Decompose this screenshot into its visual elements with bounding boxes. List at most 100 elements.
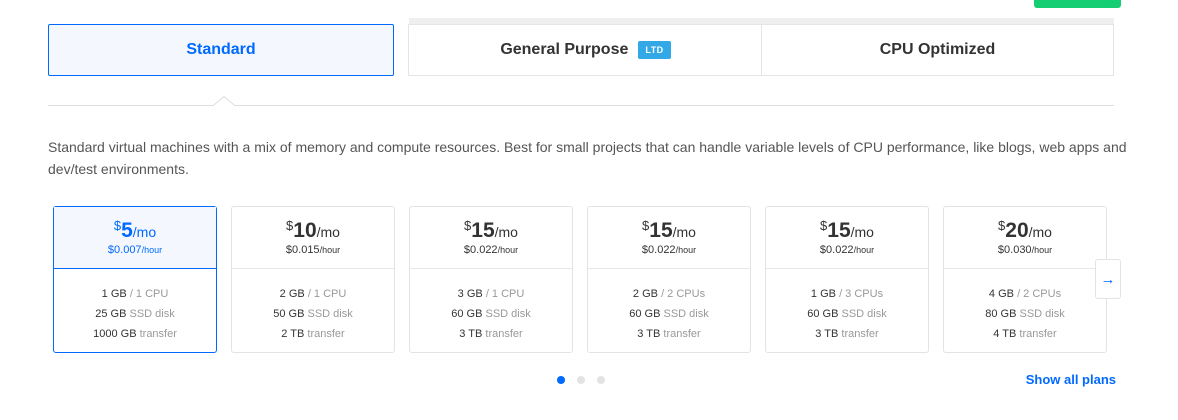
price-period: /mo: [132, 224, 157, 240]
plan-specs: 1 GB / 1 CPU 25 GB SSD disk 1000 GB transf…: [54, 269, 216, 344]
spec-transfer-size: 4 TB: [993, 328, 1017, 340]
spec-memory-cpu: 1 GB / 3 CPUs: [766, 284, 928, 304]
spec-cpu: / 1 CPU: [485, 288, 525, 300]
create-button-partial[interactable]: [1034, 0, 1121, 8]
plan-price-section: $15/mo $0.022/hour: [766, 207, 928, 269]
spec-memory-cpu: 3 GB / 1 CPU: [410, 284, 572, 304]
spec-cpu: / 2 CPUs: [661, 288, 706, 300]
spec-memory-cpu: 2 GB / 1 CPU: [232, 284, 394, 304]
spec-transfer-label: transfer: [841, 328, 879, 340]
plan-card[interactable]: $15/mo $0.022/hour 2 GB / 2 CPUs 60 GB SSD …: [587, 206, 751, 353]
spec-transfer-label: transfer: [1019, 328, 1057, 340]
price-period: /mo: [672, 224, 696, 240]
spec-disk: 80 GB SSD disk: [944, 304, 1106, 324]
price-amount: 5: [121, 219, 133, 242]
spec-cpu: / 1 CPU: [307, 288, 347, 300]
spec-disk-size: 60 GB: [629, 308, 661, 320]
spec-memory: 3 GB: [457, 288, 483, 300]
tab-standard[interactable]: Standard: [48, 24, 394, 76]
spec-disk-label: SSD disk: [663, 308, 709, 320]
spec-transfer-label: transfer: [307, 328, 345, 340]
spec-cpu: / 1 CPU: [129, 288, 169, 300]
spec-disk: 60 GB SSD disk: [766, 304, 928, 324]
pagination-dot[interactable]: [577, 376, 585, 384]
spec-memory-cpu: 4 GB / 2 CPUs: [944, 284, 1106, 304]
spec-transfer: 3 TB transfer: [588, 324, 750, 344]
price-amount: 15: [471, 219, 495, 242]
plan-card[interactable]: $20/mo $0.030/hour 4 GB / 2 CPUs 80 GB SSD …: [943, 206, 1107, 353]
price-period: /mo: [850, 224, 874, 240]
price-period: /mo: [494, 224, 518, 240]
spec-memory: 1 GB: [101, 288, 127, 300]
spec-memory: 4 GB: [988, 288, 1014, 300]
spec-disk-label: SSD disk: [129, 308, 175, 320]
next-arrow-glyph: →: [1100, 270, 1116, 288]
hourly-unit: /hour: [319, 245, 341, 255]
hourly-unit: /hour: [497, 245, 519, 255]
plan-specs: 3 GB / 1 CPU 60 GB SSD disk 3 TB transfer: [410, 269, 572, 344]
plan-hourly-price: $0.015/hour: [232, 244, 394, 256]
plan-monthly-price: $15/mo: [588, 216, 750, 242]
tab-cpu-optimized[interactable]: CPU Optimized: [761, 24, 1114, 76]
tab-general-purpose-label: General Purpose: [500, 41, 629, 58]
plan-description: Standard virtual machines with a mix of …: [48, 139, 1127, 177]
plan-specs: 2 GB / 1 CPU 50 GB SSD disk 2 TB transfer: [232, 269, 394, 344]
spec-disk-label: SSD disk: [841, 308, 887, 320]
plan-hourly-price: $0.030/hour: [944, 244, 1106, 256]
hourly-unit: /hour: [141, 245, 163, 255]
currency-symbol: $: [113, 218, 122, 233]
spec-transfer: 1000 GB transfer: [54, 324, 216, 344]
spec-transfer: 2 TB transfer: [232, 324, 394, 344]
spec-transfer: 3 TB transfer: [766, 324, 928, 344]
spec-memory: 2 GB: [279, 288, 305, 300]
hourly-amount: $0.022: [463, 244, 498, 256]
plan-specs: 2 GB / 2 CPUs 60 GB SSD disk 3 TB transfer: [588, 269, 750, 344]
hourly-amount: $0.007: [107, 244, 142, 256]
spec-transfer-size: 2 TB: [281, 328, 305, 340]
price-amount: 15: [649, 219, 673, 242]
spec-transfer-size: 1000 GB: [93, 328, 137, 340]
plan-price-section: $20/mo $0.030/hour: [944, 207, 1106, 269]
price-period: /mo: [1028, 224, 1052, 240]
spec-disk-size: 60 GB: [807, 308, 839, 320]
spec-disk-label: SSD disk: [307, 308, 353, 320]
plan-card[interactable]: $15/mo $0.022/hour 3 GB / 1 CPU 60 GB SSD d…: [409, 206, 573, 353]
tab-general-purpose[interactable]: General Purpose LTD: [408, 24, 762, 76]
spec-transfer-label: transfer: [139, 328, 177, 340]
ltd-badge: LTD: [638, 41, 671, 59]
hourly-unit: /hour: [853, 245, 875, 255]
plan-card[interactable]: $5/mo $0.007/hour 1 GB / 1 CPU 25 GB SSD di…: [53, 206, 217, 353]
price-amount: 15: [827, 219, 851, 242]
tab-standard-label: Standard: [186, 41, 256, 58]
hourly-unit: /hour: [1031, 245, 1053, 255]
tab-divider: [48, 105, 1114, 106]
pagination-dot[interactable]: [557, 376, 565, 384]
spec-memory: 2 GB: [632, 288, 658, 300]
plan-specs: 1 GB / 3 CPUs 60 GB SSD disk 3 TB transfer: [766, 269, 928, 344]
plan-hourly-price: $0.007/hour: [54, 244, 216, 256]
spec-disk: 60 GB SSD disk: [588, 304, 750, 324]
show-all-plans-link[interactable]: Show all plans: [1026, 372, 1116, 387]
price-period: /mo: [316, 224, 340, 240]
pagination-dot[interactable]: [597, 376, 605, 384]
spec-memory: 1 GB: [810, 288, 836, 300]
plan-card[interactable]: $15/mo $0.022/hour 1 GB / 3 CPUs 60 GB SSD …: [765, 206, 929, 353]
plan-specs: 4 GB / 2 CPUs 80 GB SSD disk 4 TB transfer: [944, 269, 1106, 344]
price-amount: 20: [1005, 219, 1029, 242]
plan-monthly-price: $15/mo: [410, 216, 572, 242]
plan-price-section: $5/mo $0.007/hour: [54, 207, 216, 269]
tab-cpu-optimized-label: CPU Optimized: [879, 41, 996, 58]
spec-disk-size: 50 GB: [273, 308, 305, 320]
plan-hourly-price: $0.022/hour: [588, 244, 750, 256]
plan-price-section: $10/mo $0.015/hour: [232, 207, 394, 269]
spec-transfer-label: transfer: [663, 328, 701, 340]
spec-memory-cpu: 2 GB / 2 CPUs: [588, 284, 750, 304]
hourly-amount: $0.030: [997, 244, 1032, 256]
hourly-unit: /hour: [675, 245, 697, 255]
spec-disk-label: SSD disk: [485, 308, 531, 320]
arrow-right-icon[interactable]: →: [1095, 259, 1121, 299]
plan-card[interactable]: $10/mo $0.015/hour 2 GB / 1 CPU 50 GB SSD d…: [231, 206, 395, 353]
spec-disk: 50 GB SSD disk: [232, 304, 394, 324]
plan-monthly-price: $20/mo: [944, 216, 1106, 242]
spec-cpu: / 3 CPUs: [839, 288, 884, 300]
